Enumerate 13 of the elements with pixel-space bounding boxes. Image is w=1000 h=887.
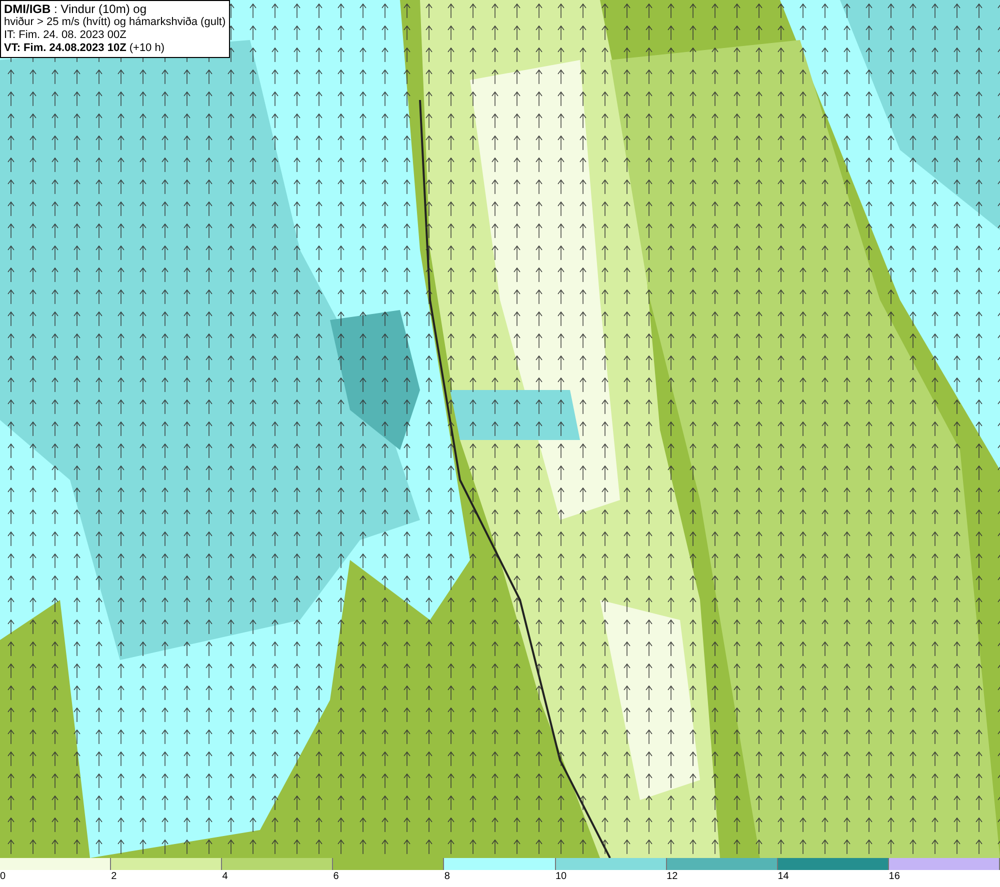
info-line: VT: Fim. 24.08.2023 10Z (+10 h) [4, 42, 166, 55]
legend-tick-label: 2 [111, 871, 117, 883]
info-line: DMI/IGB : Vindur (10m) og [4, 3, 148, 16]
info-line: hviður > 25 m/s (hvítt) og hámarkshviða (gult) [4, 16, 226, 29]
legend-tick-label: 8 [444, 871, 450, 883]
legend-tick-label: 16 [888, 871, 900, 883]
legend-tick-label: 0 [0, 871, 6, 883]
legend-tick-label: 4 [222, 871, 228, 883]
legend-tick-label: 6 [333, 871, 339, 883]
legend-tick-label: 14 [778, 871, 789, 883]
info-line: IT: Fim. 24. 08. 2023 00Z [4, 29, 128, 42]
legend-tick-label: 12 [666, 871, 678, 883]
legend-tick-label: 10 [556, 871, 567, 883]
